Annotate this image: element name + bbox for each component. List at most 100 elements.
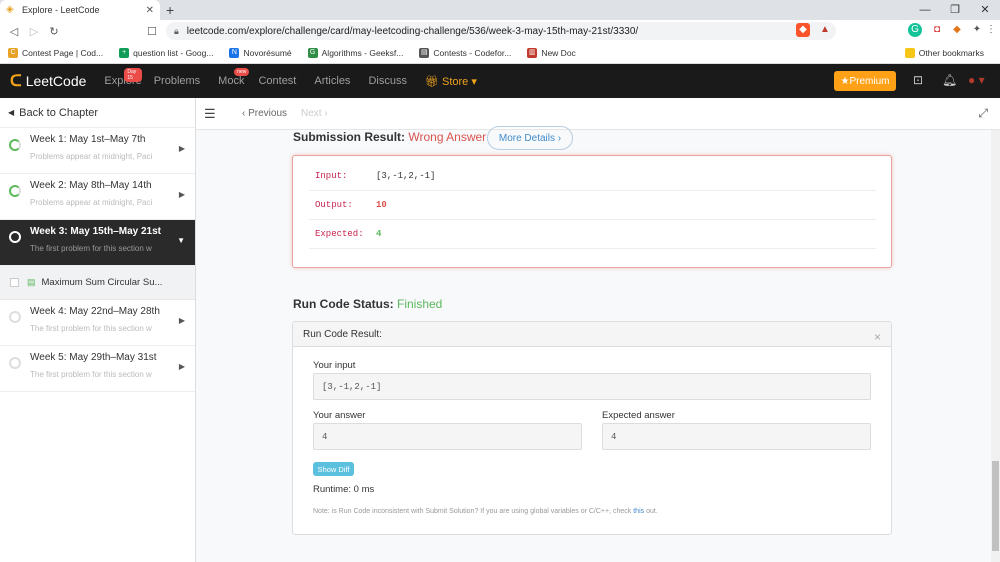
premium-button[interactable]: ★ Premium: [834, 71, 896, 91]
bookmark-new-doc[interactable]: ▥ New Doc: [527, 47, 576, 58]
week-2-item[interactable]: Week 2: May 8th–May 14th Problems appear…: [0, 174, 195, 220]
reload-icon[interactable]: ↻: [44, 25, 64, 38]
browser-tab-bar: ◈ Explore - LeetCode ✕ + — ❐ ✕: [0, 0, 1000, 20]
run-code-note: Note: is Run Code inconsistent with Subm…: [313, 508, 658, 515]
caret-down-icon: ▼: [177, 236, 185, 245]
output-value: 10: [376, 200, 387, 210]
forward-arrow-icon[interactable]: ▷: [24, 25, 44, 38]
problem-item-maximum-sum-circular[interactable]: ▤ Maximum Sum Circular Su...: [0, 266, 195, 300]
leetcode-logo[interactable]: ᑕ LeetCode: [10, 71, 86, 91]
back-arrow-icon[interactable]: ◁: [4, 25, 24, 38]
show-diff-button[interactable]: Show Diff: [313, 462, 354, 476]
restore-icon[interactable]: ❐: [940, 0, 970, 20]
chapter-sidebar: ◀ Back to Chapter Week 1: May 1st–May 7th…: [0, 98, 196, 562]
nav-discuss[interactable]: Discuss: [368, 75, 407, 87]
chevron-right-icon: ›: [321, 108, 328, 119]
week-4-item[interactable]: Week 4: May 22nd–May 28th The first prob…: [0, 300, 195, 346]
pocket-icon[interactable]: ◘: [930, 23, 944, 37]
nav-contest[interactable]: Contest: [258, 75, 296, 87]
novoresume-favicon-icon: N: [229, 47, 240, 58]
leetcode-favicon-icon: ◈: [6, 4, 14, 15]
week-subtitle: The first problem for this section w: [30, 370, 152, 379]
expected-value: 4: [376, 229, 382, 239]
week-5-item[interactable]: Week 5: May 29th–May 31st The first prob…: [0, 346, 195, 392]
folder-icon: [904, 47, 915, 58]
page-scrollbar[interactable]: [991, 130, 1000, 562]
chrome-menu-icon[interactable]: ⋮: [984, 23, 998, 37]
progress-circle-icon: [9, 231, 21, 243]
input-value: [3,-1,2,-1]: [376, 171, 436, 181]
next-button[interactable]: Next ›: [301, 108, 328, 119]
close-tab-icon[interactable]: ✕: [146, 5, 154, 16]
notification-bell-icon[interactable]: 🔔︎: [942, 73, 957, 87]
triangle-extension-icon[interactable]: ▲: [818, 23, 832, 37]
your-answer-field[interactable]: 4: [313, 423, 582, 450]
week-title: Week 5: May 29th–May 31st: [30, 352, 157, 363]
expand-icon[interactable]: ⤢: [978, 106, 988, 121]
other-bookmarks[interactable]: Other bookmarks: [904, 47, 984, 58]
nav-explore[interactable]: Explore Day 15: [104, 68, 142, 87]
finished-status: Finished: [397, 297, 443, 311]
problem-checkbox[interactable]: [10, 278, 19, 287]
input-row: Input: [3,-1,2,-1]: [309, 162, 876, 191]
hamburger-menu-icon[interactable]: ☰: [204, 106, 226, 122]
output-row: Output: 10: [309, 191, 876, 220]
week-3-item[interactable]: Week 3: May 15th–May 21st The first prob…: [0, 220, 195, 266]
mock-new-badge: new: [234, 68, 250, 76]
caret-left-icon: ◀: [8, 108, 15, 117]
new-tab-button[interactable]: +: [166, 2, 174, 18]
run-code-result-header: Run Code Result:: [293, 322, 891, 347]
bookmark-geeksforgeeks[interactable]: G Algorithms - Geeksf...: [307, 47, 403, 58]
browser-tab[interactable]: ◈ Explore - LeetCode ✕: [0, 0, 160, 20]
leetcode-logo-icon: ᑕ: [10, 73, 22, 90]
run-code-status-heading: Run Code Status: Finished: [293, 297, 443, 311]
nav-problems[interactable]: Problems: [154, 75, 200, 87]
bookmark-codeforces[interactable]: ▤ Contests - Codefor...: [419, 47, 511, 58]
this-link[interactable]: this: [633, 508, 644, 515]
geeksforgeeks-favicon-icon: G: [307, 47, 318, 58]
nav-mock[interactable]: Mock new: [218, 68, 250, 87]
result-panel: Submission Result: Wrong Answer More Det…: [196, 126, 991, 562]
playground-icon[interactable]: ⊡: [913, 73, 923, 87]
expected-row: Expected: 4: [309, 220, 876, 249]
bookmark-novoresume[interactable]: N Novorésumé: [229, 47, 292, 58]
week-title: Week 3: May 15th–May 21st: [30, 226, 161, 237]
problem-toolbar: ☰ ‹ Previous Next › ⤢: [196, 98, 1000, 130]
lock-icon: 🔒︎: [174, 25, 179, 36]
bookmark-contest-page[interactable]: C Contest Page | Cod...: [8, 47, 103, 58]
more-details-button[interactable]: More Details ›: [487, 126, 573, 150]
caret-right-icon: ▶: [178, 190, 185, 199]
bookmark-question-list[interactable]: + question list - Goog...: [119, 47, 213, 58]
week-1-item[interactable]: Week 1: May 1st–May 7th Problems appear …: [0, 128, 195, 174]
url-field[interactable]: 🔒︎ leetcode.com/explore/challenge/card/m…: [166, 22, 836, 40]
week-subtitle: The first problem for this section w: [30, 244, 152, 253]
caret-right-icon: ▶: [178, 144, 185, 153]
scrollbar-thumb[interactable]: [992, 461, 999, 551]
minimize-icon[interactable]: —: [910, 0, 940, 20]
gift-icon: 🎁︎: [424, 75, 442, 88]
address-bar-row: ◁ ▷ ↻ ☐ 🔒︎ leetcode.com/explore/challeng…: [0, 20, 1000, 42]
grammarly-icon[interactable]: G: [908, 23, 922, 37]
puzzle-extensions-icon[interactable]: ✦: [970, 23, 984, 37]
close-window-icon[interactable]: ✕: [970, 0, 1000, 20]
brave-shield-icon[interactable]: ◆: [796, 23, 810, 37]
expected-answer-field[interactable]: 4: [602, 423, 871, 450]
back-to-chapter-link[interactable]: ◀ Back to Chapter: [0, 98, 195, 128]
codeforces-favicon-icon: ▤: [419, 47, 430, 58]
problem-title: Maximum Sum Circular Su...: [41, 277, 163, 288]
window-controls: — ❐ ✕: [910, 0, 1000, 20]
metamask-icon[interactable]: ◆: [950, 23, 964, 37]
leetcode-navbar: ᑕ LeetCode Explore Day 15 Problems Mock new…: [0, 64, 1000, 98]
runtime-text: Runtime: 0 ms: [313, 484, 375, 495]
previous-button[interactable]: ‹ Previous: [242, 108, 287, 119]
week-subtitle: The first problem for this section w: [30, 324, 152, 333]
week-subtitle: Problems appear at midnight, Pacif: [30, 152, 152, 161]
nav-articles[interactable]: Articles: [314, 75, 350, 87]
submission-result-heading: Submission Result: Wrong Answer: [293, 130, 487, 144]
bookmark-icon[interactable]: ☐: [142, 25, 162, 38]
your-input-field[interactable]: [3,-1,2,-1]: [313, 373, 871, 400]
output-label: Output:: [315, 200, 353, 210]
close-icon[interactable]: ×: [874, 330, 881, 344]
nav-store[interactable]: 🎁︎ Store ▾: [425, 75, 477, 88]
avatar[interactable]: ● ▾: [968, 73, 985, 87]
